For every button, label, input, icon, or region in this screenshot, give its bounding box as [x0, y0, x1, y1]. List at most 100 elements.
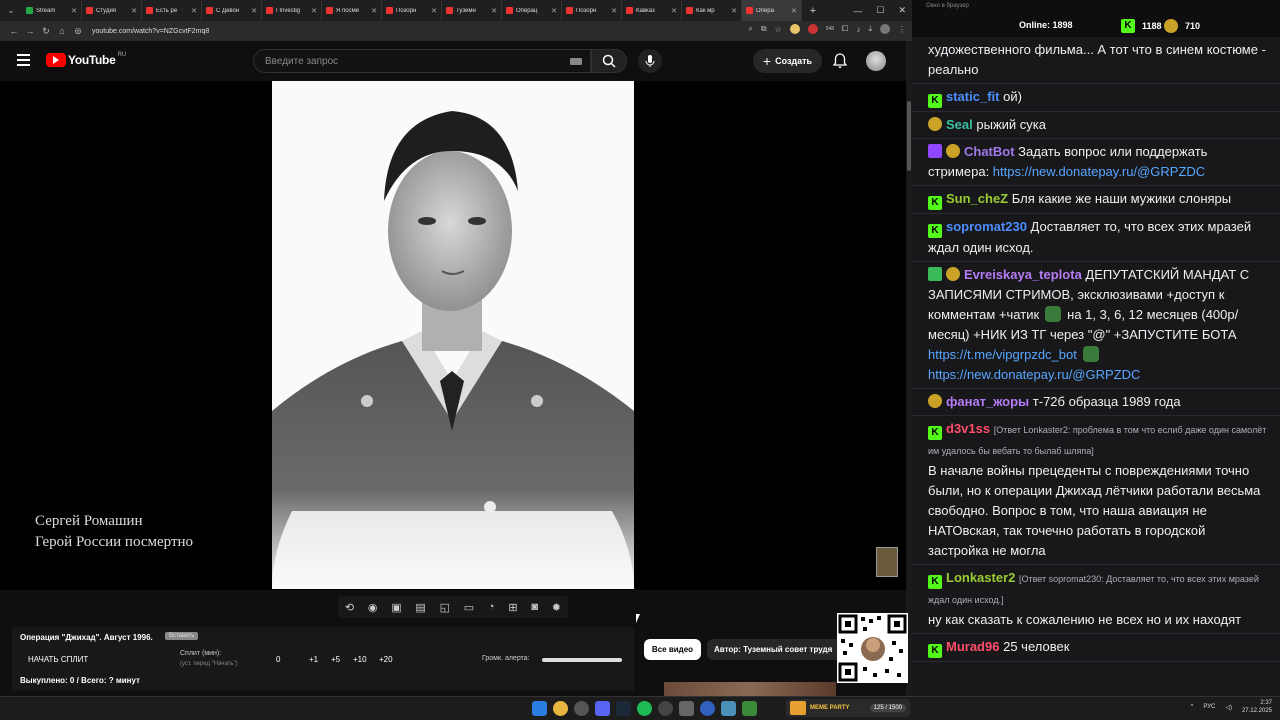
- chat-username[interactable]: ChatBot: [964, 144, 1015, 159]
- browser-tab[interactable]: Студия ✕: [82, 0, 142, 21]
- message-link[interactable]: https://t.me/vipgrpzdc_bot: [928, 347, 1077, 362]
- tab-close-icon[interactable]: ✕: [731, 7, 737, 15]
- tab-close-icon[interactable]: ✕: [611, 7, 617, 15]
- browser-tab[interactable]: Я посме ✕: [322, 0, 382, 21]
- tab-close-icon[interactable]: ✕: [791, 7, 797, 15]
- tab-close-icon[interactable]: ✕: [491, 7, 497, 15]
- browser-tab[interactable]: Позорн ✕: [382, 0, 442, 21]
- chrome-icon[interactable]: [553, 701, 568, 716]
- home-icon[interactable]: ⌂: [54, 26, 70, 36]
- split-value[interactable]: 0: [276, 655, 280, 664]
- chat-username[interactable]: d3v1ss: [946, 421, 990, 436]
- keyboard-icon[interactable]: [570, 58, 582, 65]
- bookmark-star-icon[interactable]: ☆: [775, 25, 782, 34]
- chat-username[interactable]: sopromat230: [946, 219, 1027, 234]
- browser-tab[interactable]: Туземн ✕: [442, 0, 502, 21]
- new-tab-button[interactable]: +: [806, 5, 820, 17]
- chat-username[interactable]: фанат_жоры: [946, 394, 1029, 409]
- tab-close-icon[interactable]: ✕: [371, 7, 377, 15]
- video-player[interactable]: Сергей Ромашин Герой России посмертно: [0, 81, 906, 590]
- chat-username[interactable]: Lonkaster2: [946, 570, 1015, 585]
- tab-close-icon[interactable]: ✕: [191, 7, 197, 15]
- language-indicator[interactable]: РУС: [1203, 704, 1215, 710]
- spotify-icon[interactable]: [637, 701, 652, 716]
- steam-icon[interactable]: [616, 701, 631, 716]
- browser-menu-icon[interactable]: ⋮: [898, 25, 906, 34]
- forward-icon[interactable]: →: [22, 26, 38, 36]
- add-20-button[interactable]: +20: [379, 655, 393, 664]
- notifications-bell-icon[interactable]: [833, 53, 847, 69]
- browser-tab[interactable]: Stream ✕: [22, 0, 82, 21]
- media-player-icon[interactable]: [700, 701, 715, 716]
- volume-icon[interactable]: ◁): [1225, 704, 1232, 711]
- search-input[interactable]: Введите запрос: [253, 49, 591, 73]
- add-5-button[interactable]: +5: [331, 655, 340, 664]
- browser-tab[interactable]: Операц ✕: [502, 0, 562, 21]
- alert-volume-slider[interactable]: [542, 658, 622, 662]
- add-1-button[interactable]: +1: [309, 655, 318, 664]
- theater-icon[interactable]: ▭: [464, 601, 474, 614]
- clip-icon[interactable]: ▤: [415, 601, 425, 614]
- browser-tab[interactable]: Есть ре ✕: [142, 0, 202, 21]
- browser-tab[interactable]: I Investig ✕: [262, 0, 322, 21]
- browser-tab[interactable]: Кавказ ✕: [622, 0, 682, 21]
- browser-tab[interactable]: Опера ✕: [742, 0, 802, 21]
- miniplayer-icon[interactable]: ◱: [440, 601, 450, 614]
- create-button[interactable]: + Создать: [753, 49, 822, 73]
- start-split-button[interactable]: НАЧАТЬ СПЛИТ: [28, 655, 88, 664]
- install-icon[interactable]: ⧉: [761, 24, 767, 34]
- reload-icon[interactable]: ↻: [38, 26, 54, 37]
- clock[interactable]: 2:37 27.12.2025: [1242, 699, 1272, 715]
- app2-icon[interactable]: [679, 701, 694, 716]
- chat-username[interactable]: Murad96: [946, 639, 999, 654]
- start-menu-icon[interactable]: [532, 701, 547, 716]
- browser-tab[interactable]: Позорн ✕: [562, 0, 622, 21]
- media-control-icon[interactable]: ♪: [856, 25, 860, 34]
- watch-later-icon[interactable]: ▣: [391, 601, 401, 614]
- tab-search-icon[interactable]: ⌄: [4, 4, 18, 18]
- add-10-button[interactable]: +10: [353, 655, 367, 664]
- browser-tab[interactable]: Как мр ✕: [682, 0, 742, 21]
- tab-close-icon[interactable]: ✕: [251, 7, 257, 15]
- minimize-icon[interactable]: —: [853, 6, 862, 16]
- chat-username[interactable]: Seal: [946, 117, 973, 132]
- maximize-icon[interactable]: ☐: [876, 5, 884, 16]
- tab-close-icon[interactable]: ✕: [311, 7, 317, 15]
- voice-search-button[interactable]: [638, 49, 662, 73]
- all-videos-chip[interactable]: Все видео: [644, 639, 701, 660]
- settings-gear-icon[interactable]: ✹: [552, 601, 561, 614]
- loop-icon[interactable]: ⟲: [345, 601, 354, 614]
- chat-username[interactable]: Evreiskaya_teplota: [964, 267, 1082, 282]
- tab-close-icon[interactable]: ✕: [551, 7, 557, 15]
- chat-username[interactable]: Sun_cheZ: [946, 191, 1008, 206]
- channel-watermark[interactable]: [876, 547, 898, 577]
- message-link[interactable]: https://new.donatepay.ru/@GRPZDC: [993, 164, 1205, 179]
- overlay-badge[interactable]: Вставить: [165, 632, 199, 640]
- tab-close-icon[interactable]: ✕: [431, 7, 437, 15]
- message-link-2[interactable]: https://new.donatepay.ru/@GRPZDC: [928, 367, 1140, 382]
- url-field[interactable]: youtube.com/watch?v=NZGcvtF2mq8: [92, 28, 209, 35]
- extension-badge-icon[interactable]: [807, 24, 818, 34]
- obs-icon[interactable]: [658, 701, 673, 716]
- downloads-icon[interactable]: ⤓: [868, 24, 872, 34]
- audio-icon[interactable]: ◉: [368, 601, 378, 614]
- search-button[interactable]: [591, 49, 627, 73]
- close-window-icon[interactable]: ✕: [898, 5, 906, 16]
- tab-close-icon[interactable]: ✕: [71, 7, 77, 15]
- account-avatar[interactable]: [866, 51, 886, 71]
- app3-icon[interactable]: [742, 701, 757, 716]
- site-info-icon[interactable]: ⊜: [70, 26, 86, 37]
- profile-icon[interactable]: [880, 24, 890, 34]
- extensions-puzzle-icon[interactable]: ⧠: [842, 24, 848, 34]
- screenshot-icon[interactable]: ◙: [531, 601, 538, 613]
- menu-icon[interactable]: [17, 54, 30, 69]
- back-icon[interactable]: ←: [6, 26, 22, 36]
- tab-close-icon[interactable]: ✕: [131, 7, 137, 15]
- speed-icon[interactable]: ◔: [488, 601, 495, 613]
- chat-username[interactable]: static_fit: [946, 89, 999, 104]
- recommended-thumbnail[interactable]: [664, 682, 836, 696]
- meme-party-widget[interactable]: MEME PARTY 125 / 1500: [786, 699, 910, 717]
- discord-icon[interactable]: [595, 701, 610, 716]
- telegram-icon[interactable]: [721, 701, 736, 716]
- tab-close-icon[interactable]: ✕: [671, 7, 677, 15]
